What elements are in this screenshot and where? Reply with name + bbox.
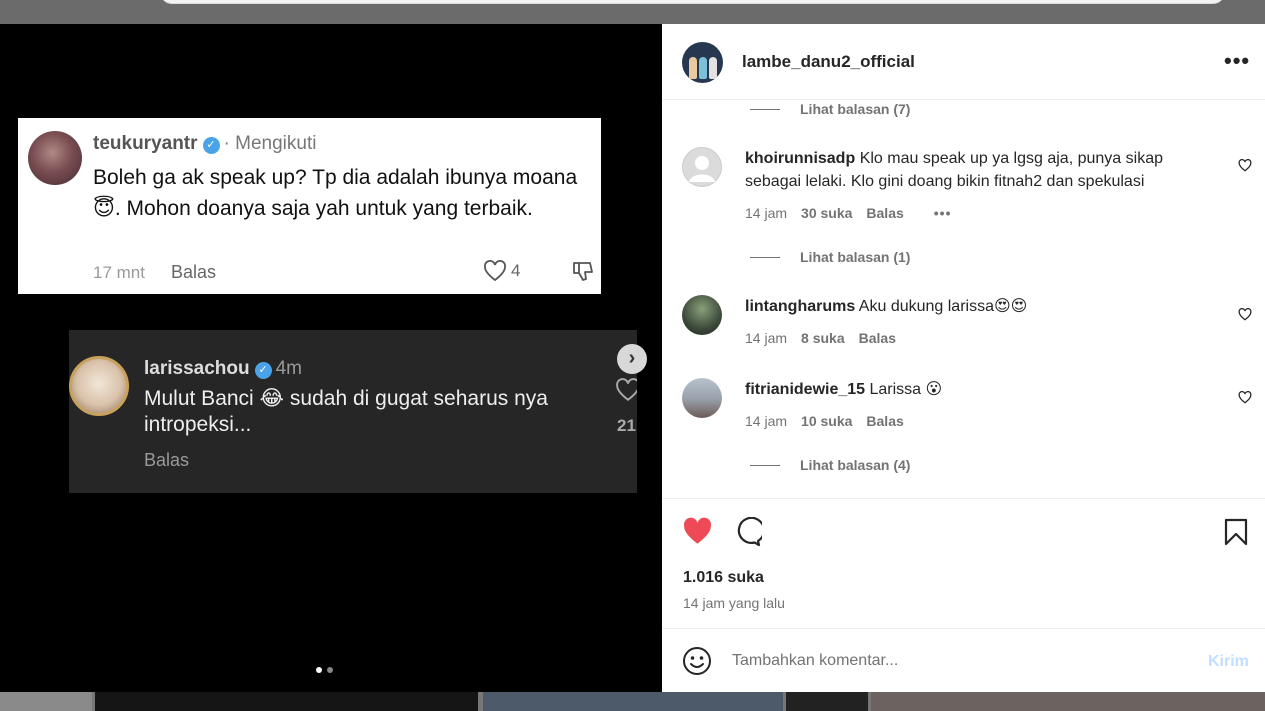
more-options-icon[interactable]: ••• xyxy=(1224,48,1250,74)
heart-outline-icon xyxy=(616,378,637,401)
post-media[interactable]: teukuryantr ✓ · Mengikuti Boleh ga ak spea… xyxy=(0,24,662,692)
comment-username: larissachou xyxy=(144,358,250,379)
dislike-icon xyxy=(573,262,593,281)
view-replies-button[interactable]: Lihat balasan (4) xyxy=(750,457,910,473)
divider xyxy=(750,464,780,466)
heart-filled-icon[interactable] xyxy=(682,517,713,545)
comment-time: 14 jam xyxy=(745,205,788,221)
comment-item: fitrianidewie_15 Larissa 😮 14 jam 10 suk… xyxy=(682,378,1252,438)
comment-meta: 14 jam 10 suka Balas xyxy=(745,413,904,429)
carousel-dot xyxy=(316,667,322,673)
verified-badge-icon: ✓ xyxy=(254,362,272,379)
post-like-count[interactable]: 1.016 suka xyxy=(683,569,764,587)
avatar[interactable] xyxy=(682,378,722,418)
follow-status: · Mengikuti xyxy=(223,133,317,154)
add-comment-bar: Kirim xyxy=(662,628,1265,692)
verified-badge-icon: ✓ xyxy=(202,137,220,154)
comment-meta: 14 jam 8 suka Balas xyxy=(745,330,896,346)
profile-avatar[interactable] xyxy=(682,42,723,83)
comment-time: 14 jam xyxy=(745,330,788,346)
post-actions: 1.016 suka 14 jam yang lalu xyxy=(662,498,1265,628)
avatar xyxy=(69,356,129,416)
comment-time: 4m xyxy=(275,358,303,379)
comment-username[interactable]: khoirunnisadp xyxy=(745,150,855,167)
like-count: 4 xyxy=(483,260,520,282)
background-page-bottom xyxy=(0,692,1265,711)
comment-likes[interactable]: 30 suka xyxy=(801,205,852,221)
comment-likes[interactable]: 10 suka xyxy=(801,413,852,429)
comment-time: 17 mnt xyxy=(93,263,145,282)
send-comment-button[interactable]: Kirim xyxy=(1208,653,1249,671)
reply-button[interactable]: Balas xyxy=(859,330,896,346)
avatar[interactable] xyxy=(682,295,722,335)
carousel-next-button[interactable]: › xyxy=(617,344,647,374)
view-replies-button[interactable]: Lihat balasan (1) xyxy=(750,249,910,265)
reply-label: Balas xyxy=(144,450,190,470)
reply-button[interactable]: Balas xyxy=(866,413,903,429)
post-details-panel: lambe_danu2_official ••• Lihat balasan (… xyxy=(662,24,1265,692)
comment-username[interactable]: lintangharums xyxy=(745,298,855,315)
comment-text: Mulut Banci 😂 sudah di gugat seharus nya… xyxy=(144,387,548,436)
carousel-dot xyxy=(327,667,333,673)
comments-list[interactable]: Lihat balasan (7) khoirunnisadp Klo mau … xyxy=(662,101,1265,498)
divider xyxy=(750,256,780,258)
comment-input[interactable] xyxy=(732,647,1172,675)
background-search-bar xyxy=(160,0,1225,4)
comment-likes[interactable]: 8 suka xyxy=(801,330,845,346)
emoji-icon[interactable] xyxy=(682,646,712,676)
like-comment-heart-icon[interactable] xyxy=(1238,391,1252,404)
default-avatar-icon[interactable] xyxy=(682,147,722,187)
like-count: 21 xyxy=(617,416,636,435)
post-timestamp[interactable]: 14 jam yang lalu xyxy=(683,595,785,611)
comment-username[interactable]: fitrianidewie_15 xyxy=(745,381,865,398)
comment-item: lintangharums Aku dukung larissa😍😍 14 ja… xyxy=(682,295,1252,355)
comment-time: 14 jam xyxy=(745,413,788,429)
avatar xyxy=(28,131,82,185)
post-header: lambe_danu2_official ••• xyxy=(662,24,1265,100)
comment-text: Boleh ga ak speak up? Tp dia adalah ibun… xyxy=(93,166,578,220)
like-comment-heart-icon[interactable] xyxy=(1238,159,1252,172)
divider xyxy=(750,108,780,110)
like-comment-heart-icon[interactable] xyxy=(1238,308,1252,321)
comment-text: Larissa 😮 xyxy=(869,381,943,398)
comment-text: Aku dukung larissa😍😍 xyxy=(858,298,1028,315)
reply-button[interactable]: Balas xyxy=(866,205,903,221)
post-username[interactable]: lambe_danu2_official xyxy=(742,52,915,72)
heart-outline-icon xyxy=(484,260,506,282)
view-replies-button[interactable]: Lihat balasan (7) xyxy=(750,101,910,117)
comment-bubble-icon[interactable] xyxy=(732,517,762,547)
comment-more-icon[interactable]: ••• xyxy=(934,205,952,221)
reply-label: Balas xyxy=(171,262,217,282)
comment-meta: 14 jam 30 suka Balas ••• xyxy=(745,205,951,221)
screenshot-comment-card-2: larissachou ✓ 4m Mulut Banci 😂 sudah di gu… xyxy=(69,330,637,493)
screenshot-comment-card-1: teukuryantr ✓ · Mengikuti Boleh ga ak spea… xyxy=(18,118,601,294)
bookmark-icon[interactable] xyxy=(1224,518,1248,546)
comment-username: teukuryantr xyxy=(93,133,198,154)
carousel-indicator xyxy=(316,667,333,673)
